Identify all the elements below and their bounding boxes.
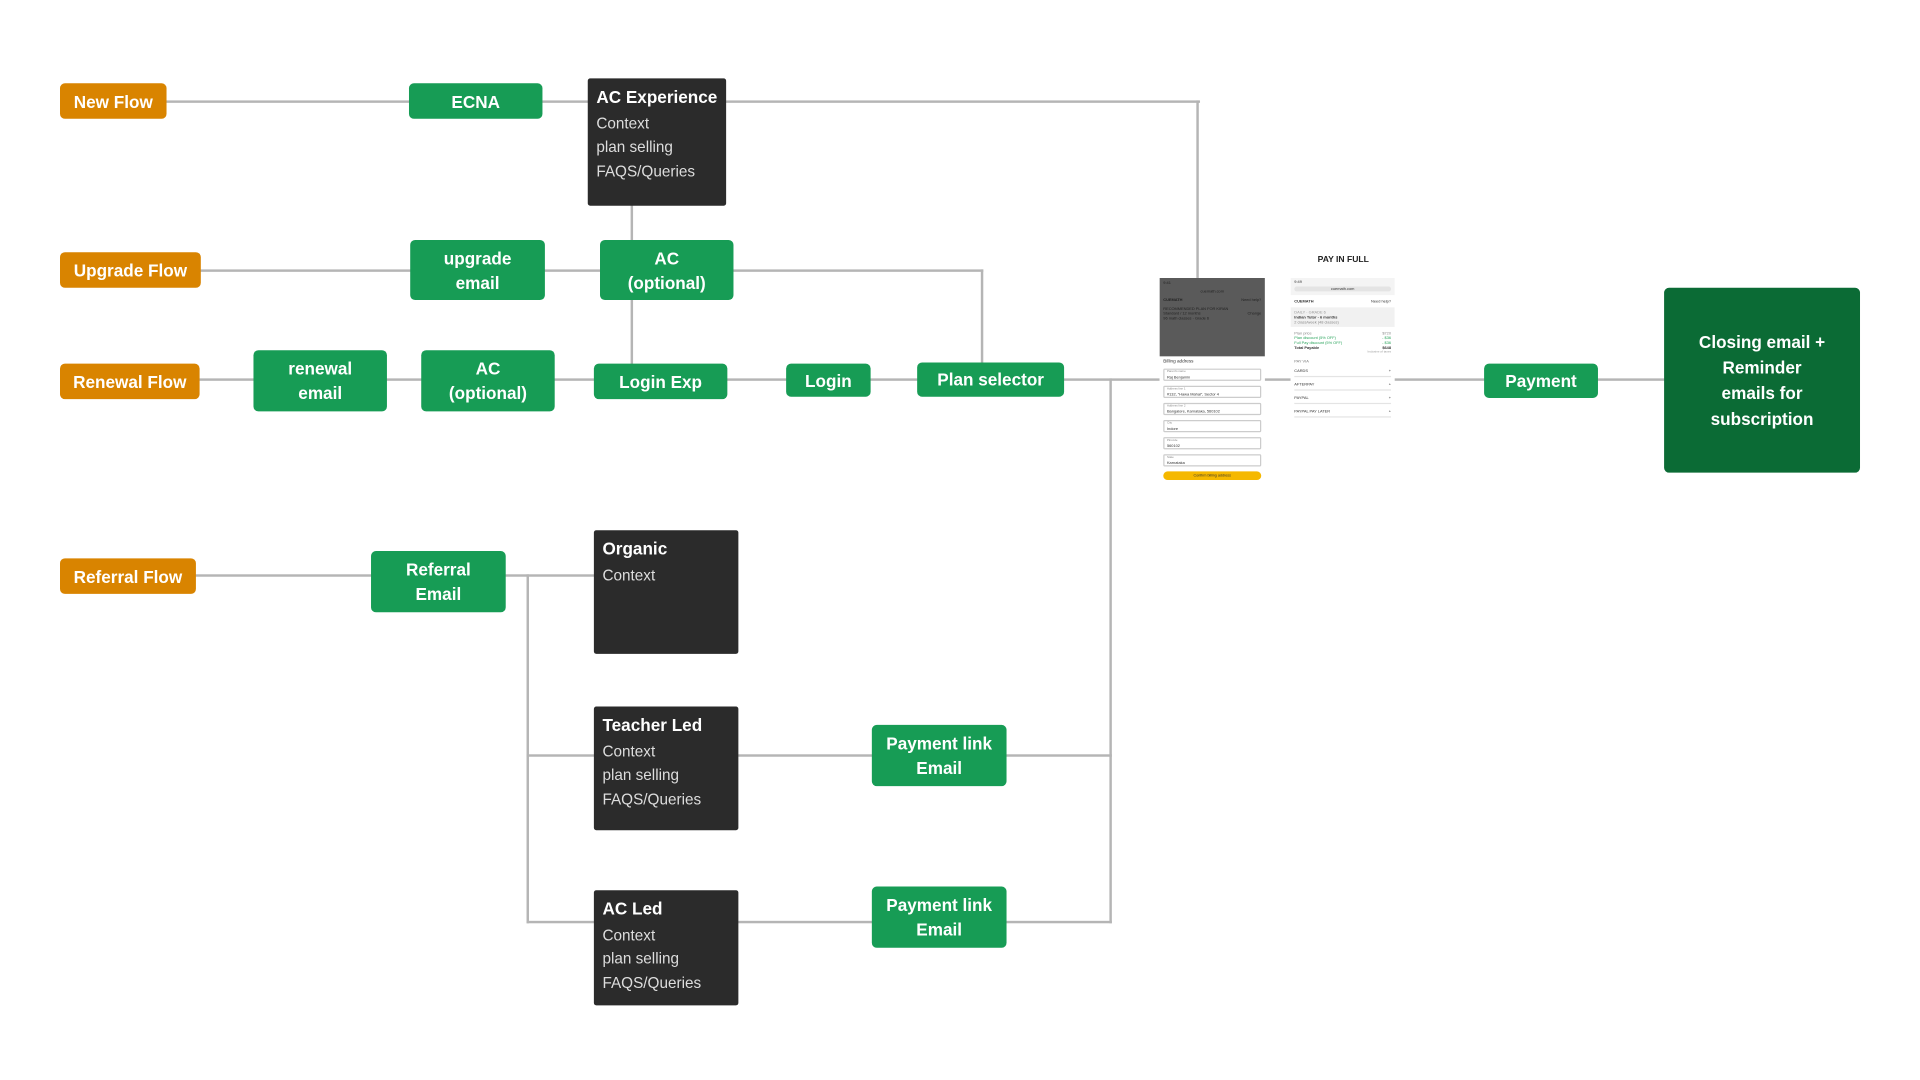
payment-method[interactable]: AFTERPAY + <box>1294 381 1392 391</box>
card-line: FAQS/Queries <box>596 162 696 180</box>
dimmed-plan-header: 9:41 cuemath.com CUEMATH Need help? RECOM… <box>1159 277 1265 357</box>
status-time: 9:49 <box>1294 279 1302 285</box>
plus-icon: + <box>1388 408 1392 414</box>
field-value: Indore <box>1166 425 1179 431</box>
help-link: Need help? <box>1371 298 1392 304</box>
method-label: PAYPAL PAY LATER <box>1294 408 1331 414</box>
connector <box>526 574 529 924</box>
payment-node[interactable]: Payment <box>1484 363 1598 398</box>
plus-icon: + <box>1388 382 1392 387</box>
field-value: Bangalore, Karnataka, 560102 <box>1166 408 1220 414</box>
plus-icon: + <box>1388 368 1392 374</box>
change-link: Change <box>1247 311 1262 316</box>
connector <box>1263 378 1291 381</box>
pay-in-full-heading: PAY IN FULL <box>1317 255 1369 265</box>
card-line: Context <box>602 566 656 584</box>
card-line: Context <box>602 742 656 760</box>
url-bar: cuemath.com <box>1200 288 1224 294</box>
field-value: 560102 <box>1166 442 1180 448</box>
status-time: 9:41 <box>1163 280 1171 286</box>
ac-experience-card[interactable]: AC Experience Context plan selling FAQS/… <box>587 78 727 206</box>
field-value: Karnataka <box>1166 459 1185 465</box>
card-line: FAQS/Queries <box>602 974 702 992</box>
billing-field[interactable]: City Indore <box>1163 420 1262 433</box>
organic-card[interactable]: Organic Context <box>593 530 739 654</box>
card-title: Teacher Led <box>602 715 703 735</box>
billing-field[interactable]: State Karnataka <box>1163 454 1262 467</box>
card-title: Organic <box>602 538 668 559</box>
ecna-node[interactable]: ECNA <box>408 83 543 119</box>
upgrade-flow-node[interactable]: Upgrade Flow <box>60 252 201 288</box>
pay-via-label: PAY VIA <box>1294 358 1309 364</box>
billing-field[interactable]: Address line 1 #132, "Hawa Mahal", Sector… <box>1163 385 1262 398</box>
card-line: Context <box>596 114 650 132</box>
payment-link-email-node[interactable]: Payment link Email <box>871 886 1007 948</box>
confirm-billing-button[interactable]: Confirm billing address <box>1163 471 1262 481</box>
method-label: AFTERPAY <box>1294 382 1315 387</box>
plan-selector-node[interactable]: Plan selector <box>917 362 1065 397</box>
payment-method[interactable]: CARDS + <box>1294 367 1392 378</box>
ac-optional-node[interactable]: AC (optional) <box>600 240 734 301</box>
login-exp-node[interactable]: Login Exp <box>593 363 728 400</box>
method-label: CARDS <box>1294 368 1308 374</box>
renewal-email-node[interactable]: renewal email <box>253 350 387 412</box>
card-line: Context <box>602 926 656 944</box>
teacher-led-card[interactable]: Teacher Led Context plan selling FAQS/Qu… <box>593 706 739 831</box>
login-node[interactable]: Login <box>786 363 871 397</box>
help-link: Need help? <box>1241 297 1262 303</box>
flow-diagram: New Flow Upgrade Flow Renewal Flow Refer… <box>0 0 1920 1080</box>
referral-email-node[interactable]: Referral Email <box>371 551 506 613</box>
plan-sub: 96 math classes · Grade 6 <box>1163 315 1210 321</box>
brand: CUEMATH <box>1294 298 1314 304</box>
billing-field[interactable]: Pincode 560102 <box>1163 437 1262 450</box>
method-label: PAYPAL <box>1294 395 1309 401</box>
plus-icon: + <box>1388 395 1392 401</box>
billing-heading: Billing address <box>1163 358 1194 364</box>
card-title: AC Experience <box>596 86 718 107</box>
ac-led-card[interactable]: AC Led Context plan selling FAQS/Queries <box>593 890 739 1006</box>
new-flow-node[interactable]: New Flow <box>60 83 167 119</box>
card-line: plan selling <box>602 950 680 968</box>
renewal-flow-node[interactable]: Renewal Flow <box>60 363 200 400</box>
card-title: AC Led <box>602 898 663 919</box>
billing-field[interactable]: Address line 2 Bangalore, Karnataka, 5601… <box>1163 402 1262 416</box>
closing-email-node[interactable]: Closing email + Reminder emails for subs… <box>1664 287 1861 473</box>
payment-method[interactable]: PAYPAL PAY LATER + <box>1294 408 1392 418</box>
connector <box>980 269 984 365</box>
plan-sub: 2 class/week (48 classes) <box>1294 319 1339 325</box>
field-value: #132, "Hawa Mahal", Sector 4 <box>1166 391 1219 397</box>
brand: CUEMATH <box>1163 297 1183 303</box>
connector <box>1109 378 1112 924</box>
field-value: Raj Benjamin <box>1166 374 1191 379</box>
connector <box>199 269 984 272</box>
upgrade-email-node[interactable]: upgrade email <box>410 240 545 301</box>
card-line: plan selling <box>596 138 673 156</box>
total-label: Total Payable <box>1294 345 1320 351</box>
pay-in-full-screen: 9:49 cuemath.com CUEMATH Need help? DAILY… <box>1290 277 1395 468</box>
billing-field[interactable]: Parent's name Raj Benjamin <box>1163 368 1262 381</box>
payment-link-email-node[interactable]: Payment link Email <box>871 724 1007 787</box>
referral-flow-node[interactable]: Referral Flow <box>60 558 196 594</box>
payment-method[interactable]: PAYPAL + <box>1294 394 1392 405</box>
card-line: FAQS/Queries <box>602 790 702 808</box>
billing-address-screen: 9:41 cuemath.com CUEMATH Need help? RECOM… <box>1159 277 1265 499</box>
ac-optional-renewal-node[interactable]: AC (optional) <box>421 350 555 412</box>
url-bar: cuemath.com <box>1294 286 1392 292</box>
card-line: plan selling <box>602 766 680 784</box>
